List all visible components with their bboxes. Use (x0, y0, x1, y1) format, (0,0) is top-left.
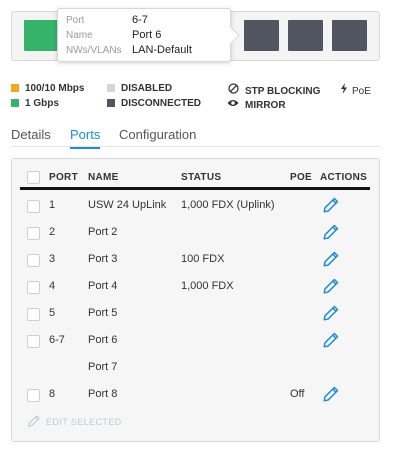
tooltip-value: LAN-Default (132, 44, 192, 56)
switch-port[interactable] (288, 20, 323, 51)
row-checkbox[interactable] (27, 335, 40, 348)
tooltip-value: 6-7 (132, 14, 148, 26)
name-cell: Port 5 (88, 307, 118, 319)
header-divider (20, 187, 370, 190)
row-checkbox[interactable] (27, 281, 40, 294)
tooltip-row-port: Port 6-7 (66, 13, 148, 27)
switch-port-6-7[interactable] (24, 20, 59, 51)
name-cell: USW 24 UpLink (88, 199, 167, 211)
edit-port-pencil-icon[interactable] (322, 277, 340, 295)
tooltip-key: Port (66, 15, 85, 26)
legend-poe: PoE (340, 83, 371, 98)
edit-port-pencil-icon[interactable] (322, 223, 340, 241)
tab-configuration[interactable]: Configuration (119, 127, 196, 147)
row-checkbox[interactable] (27, 308, 40, 321)
column-header-port[interactable]: PORT (49, 172, 78, 183)
name-cell: Port 4 (88, 280, 118, 292)
row-checkbox[interactable] (27, 254, 40, 267)
port-cell: 1 (49, 199, 56, 211)
edit-port-pencil-icon[interactable] (322, 385, 340, 403)
name-cell: Port 2 (88, 226, 118, 238)
port-cell: 6-7 (49, 334, 65, 346)
tab-details[interactable]: Details (11, 127, 51, 147)
port-cell: 8 (49, 388, 56, 400)
eye-icon (227, 98, 239, 112)
legend-disconnected: DISCONNECTED (107, 98, 201, 110)
name-cell: Port 8 (88, 388, 118, 400)
port-cell: 4 (49, 280, 56, 292)
tooltip-row-name: Name Port 6 (66, 28, 161, 42)
green-swatch (11, 99, 19, 107)
port-cell: 3 (49, 253, 56, 265)
edit-port-pencil-icon[interactable] (322, 331, 340, 349)
blocked-icon (227, 83, 239, 98)
edit-selected-button[interactable]: EDIT SELECTED (27, 414, 122, 428)
name-cell: Port 7 (88, 361, 118, 373)
lightning-icon (340, 83, 348, 98)
tooltip-key: Name (66, 30, 93, 41)
poe-cell: Off (290, 388, 305, 400)
status-cell: 1,000 FDX (Uplink) (181, 199, 275, 211)
port-cell: 5 (49, 307, 56, 319)
tooltip-value: Port 6 (132, 29, 162, 41)
select-all-checkbox[interactable] (27, 171, 40, 184)
edit-port-pencil-icon[interactable] (322, 250, 340, 268)
row-checkbox[interactable] (27, 200, 40, 213)
legend-1-gbps: 1 Gbps (11, 98, 59, 110)
legend-stp-blocking: STP BLOCKING (227, 83, 320, 98)
legend-disabled: DISABLED (107, 83, 172, 95)
name-cell: Port 3 (88, 253, 118, 265)
port-cell: 2 (49, 226, 56, 238)
column-header-poe[interactable]: POE (290, 172, 312, 183)
tabs-divider (11, 146, 380, 147)
row-checkbox[interactable] (27, 227, 40, 240)
column-header-name[interactable]: NAME (88, 172, 119, 183)
row-checkbox[interactable] (27, 389, 40, 402)
gray-swatch (107, 84, 115, 92)
dark-swatch (107, 99, 115, 107)
pencil-icon (28, 415, 40, 427)
port-tooltip: Port 6-7 Name Port 6 NWs/VLANs LAN-Default (57, 8, 231, 62)
orange-swatch (11, 84, 19, 92)
status-cell: 1,000 FDX (181, 280, 234, 292)
edit-port-pencil-icon[interactable] (322, 304, 340, 322)
switch-port[interactable] (332, 20, 367, 51)
tooltip-key: NWs/VLANs (66, 45, 122, 56)
legend-100-10-mbps: 100/10 Mbps (11, 83, 84, 95)
legend-mirror: MIRROR (227, 98, 286, 112)
switch-port[interactable] (244, 20, 279, 51)
edit-port-pencil-icon[interactable] (322, 196, 340, 214)
name-cell: Port 6 (88, 334, 118, 346)
tooltip-row-vlans: NWs/VLANs LAN-Default (66, 43, 192, 57)
status-cell: 100 FDX (181, 253, 225, 265)
column-header-status[interactable]: STATUS (181, 172, 221, 183)
column-header-actions: ACTIONS (320, 172, 368, 183)
